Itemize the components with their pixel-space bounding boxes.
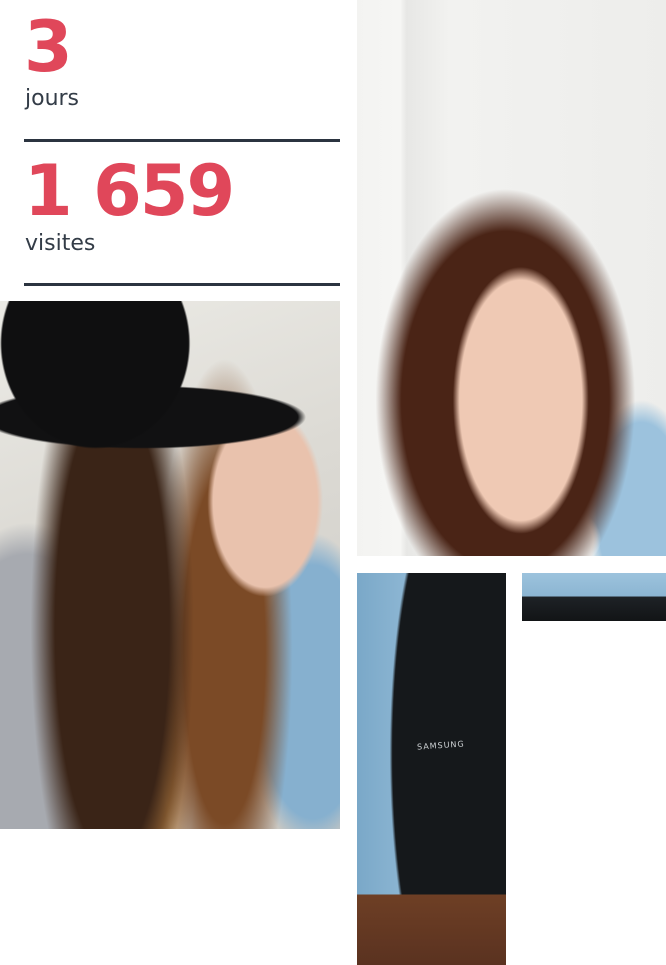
stat-visits-number: 1 659	[24, 150, 235, 232]
photo-laptop-edge	[522, 573, 666, 621]
photo-woman-in-hat	[0, 301, 340, 829]
stat-days-label: jours	[25, 86, 80, 111]
stat-visits: 1 659 visites	[24, 150, 340, 270]
stat-days: 3 jours	[24, 0, 340, 120]
divider	[24, 139, 340, 142]
photo-woman-looking-down	[357, 0, 666, 556]
divider	[24, 283, 340, 286]
stat-days-number: 3	[24, 6, 73, 88]
laptop-brand-label: SAMSUNG	[416, 739, 465, 752]
stat-visits-label: visites	[25, 231, 96, 256]
photo-laptop: SAMSUNG	[357, 573, 506, 965]
